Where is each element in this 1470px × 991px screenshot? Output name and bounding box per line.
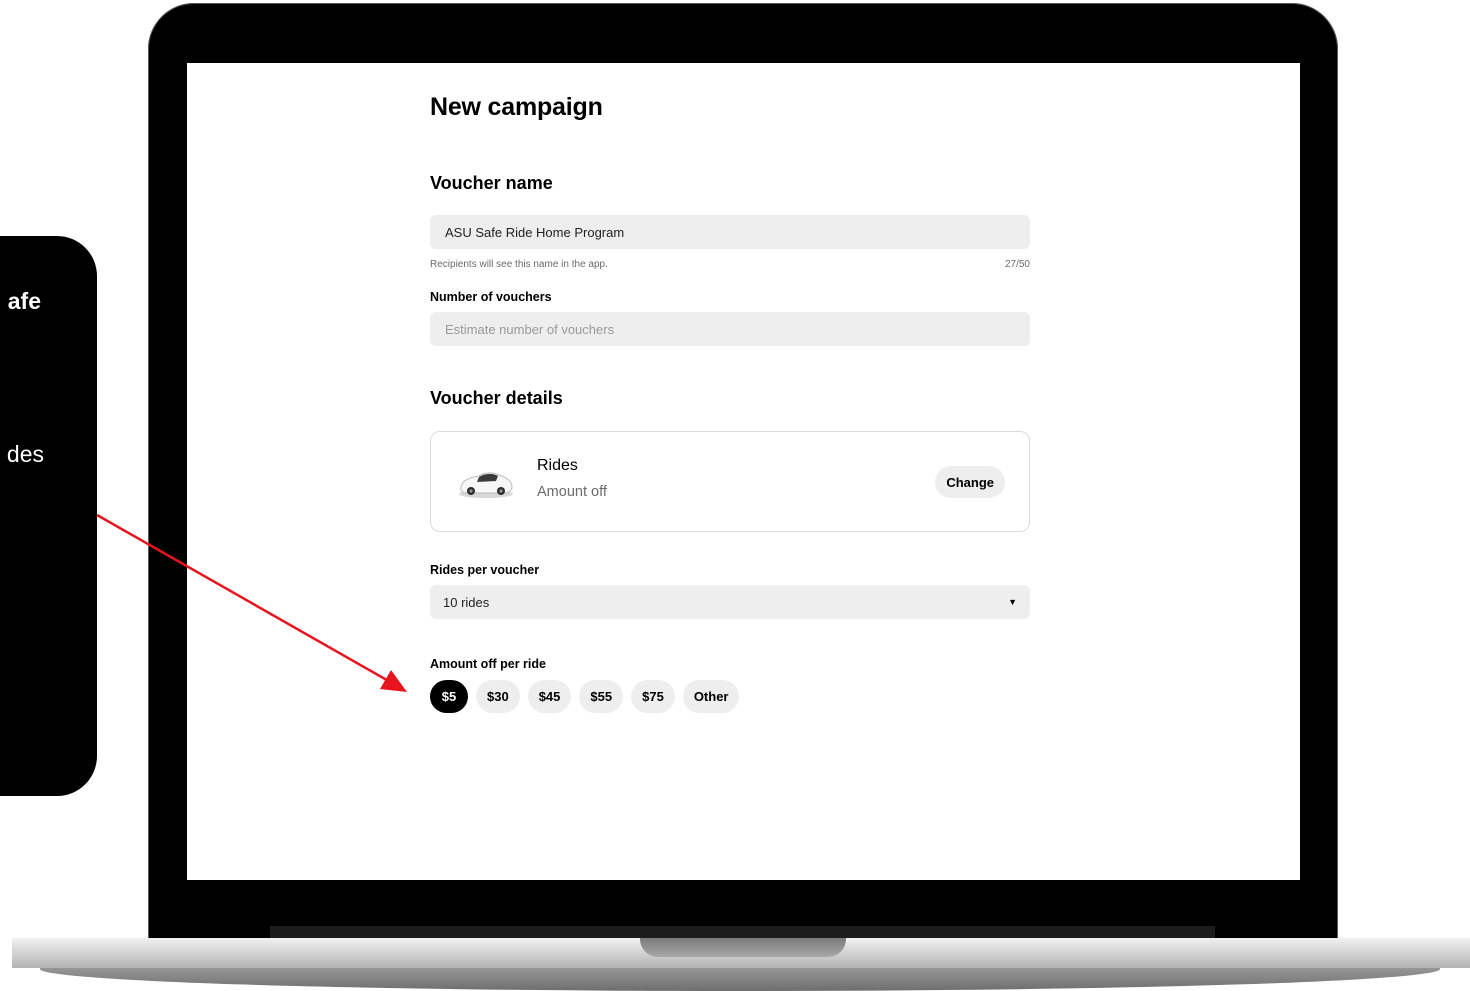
rides-per-voucher-label: Rides per voucher — [430, 563, 540, 577]
voucher-name-heading: Voucher name — [430, 173, 553, 193]
callout-line-2: des — [6, 441, 44, 467]
rides-card: Rides Amount off Change — [430, 431, 1030, 532]
number-of-vouchers-input[interactable]: Estimate number of vouchers — [430, 312, 1030, 346]
laptop-base-curve — [40, 966, 1440, 991]
number-of-vouchers-label: Number of vouchers — [430, 290, 552, 304]
amount-chip-30[interactable]: $30 — [476, 680, 520, 713]
voucher-name-value: ASU Safe Ride Home Program — [445, 224, 625, 240]
car-icon — [459, 472, 513, 498]
amount-chip-other[interactable]: Other — [682, 680, 740, 713]
voucher-details-heading: Voucher details — [430, 388, 563, 408]
rides-card-subtitle: Amount off — [537, 484, 607, 500]
rides-per-voucher-value: 10 rides — [443, 594, 490, 610]
rides-card-title: Rides — [537, 457, 578, 474]
amount-chip-75[interactable]: $75 — [631, 680, 675, 713]
callout-card-clip: afe des — [0, 236, 97, 796]
amount-off-label: Amount off per ride — [430, 657, 546, 671]
laptop-screen: New campaign Voucher name ASU Safe Ride … — [187, 63, 1300, 880]
laptop-notch — [640, 938, 846, 957]
amount-chip-55[interactable]: $55 — [579, 680, 624, 713]
change-button[interactable]: Change — [935, 466, 1005, 498]
rides-per-voucher-select[interactable]: 10 rides ▼ — [430, 585, 1030, 619]
amount-chip-5[interactable]: $5 — [430, 680, 468, 713]
page-title: New campaign — [430, 93, 603, 121]
callout-line-1: afe — [7, 288, 41, 314]
voucher-name-char-counter: 27/50 — [1004, 259, 1030, 270]
amount-off-chip-group: $5 $30 $45 $55 $75 Other — [430, 680, 740, 713]
number-of-vouchers-placeholder: Estimate number of vouchers — [445, 321, 615, 337]
voucher-name-input[interactable]: ASU Safe Ride Home Program — [430, 215, 1030, 249]
amount-chip-45[interactable]: $45 — [527, 680, 572, 713]
voucher-name-helper-row: Recipients will see this name in the app… — [430, 259, 1030, 270]
callout-card: afe des — [0, 236, 97, 796]
caret-down-icon: ▼ — [1008, 597, 1017, 607]
laptop-bezel-bottom — [270, 926, 1215, 938]
voucher-name-helper-text: Recipients will see this name in the app… — [430, 259, 608, 270]
